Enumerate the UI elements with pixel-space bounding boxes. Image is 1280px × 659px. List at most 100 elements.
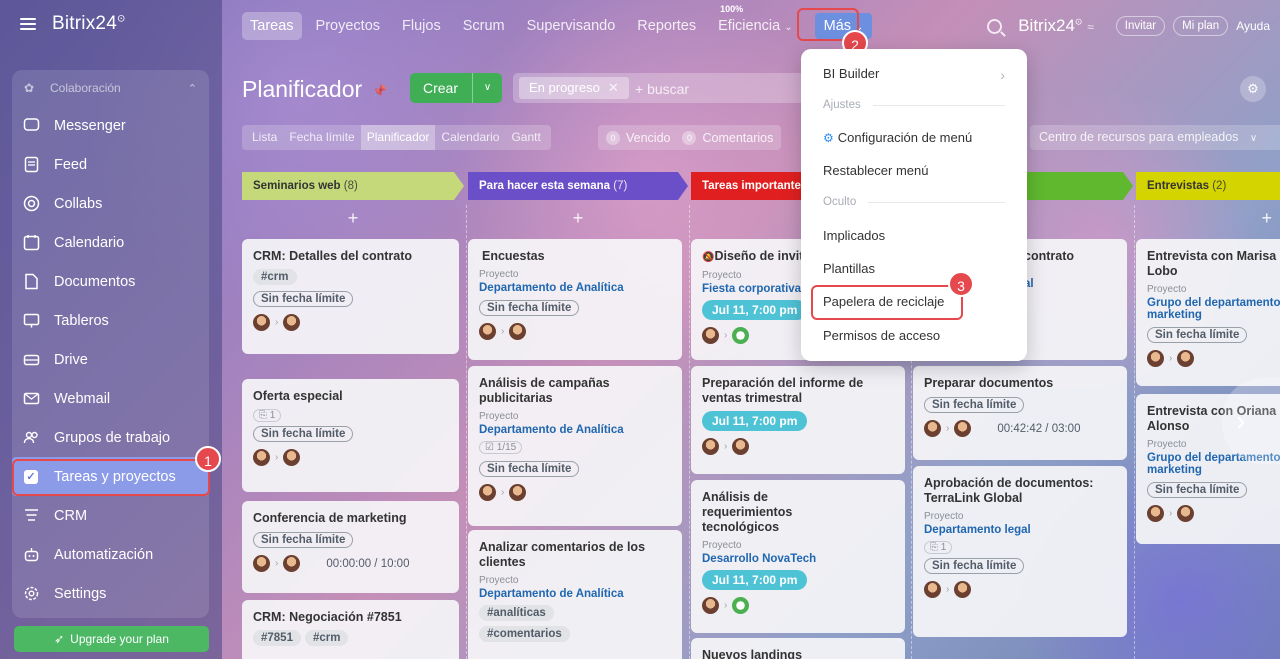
overdue-label[interactable]: Vencido (626, 131, 670, 145)
view-tab-calendar[interactable]: Calendario (435, 125, 505, 150)
task-title[interactable]: Análisis de campañas publicitarias (479, 376, 671, 406)
avatar[interactable] (283, 449, 301, 466)
task-title[interactable]: Entrevista con Marisa Lobo (1147, 249, 1280, 279)
task-title[interactable]: Aprobación de documentos: TerraLink Glob… (924, 476, 1116, 506)
menu-item-templates[interactable]: Plantillas (823, 261, 875, 276)
logo[interactable]: Bitrix24⊙ (52, 13, 126, 35)
add-task-icon[interactable]: + (1136, 208, 1280, 229)
task-title[interactable]: Preparación del informe de ventas trimes… (702, 376, 894, 406)
view-tab-planner[interactable]: Planificador (360, 125, 436, 150)
view-tab-deadline[interactable]: Fecha límite (283, 125, 360, 150)
column-header[interactable]: Seminarios web (8) (242, 172, 464, 200)
help-link[interactable]: Ayuda (1236, 19, 1270, 33)
comments-label[interactable]: Comentarios (702, 131, 773, 145)
avatar[interactable] (954, 581, 972, 598)
avatar[interactable] (1147, 505, 1164, 522)
task-title[interactable]: Oferta especial (253, 389, 448, 404)
project-link[interactable]: Departamento de Analítica (479, 588, 671, 600)
task-card[interactable]: Análisis de requerimientos tecnológicos … (691, 480, 905, 633)
avatar[interactable] (283, 314, 301, 331)
sidebar-item-tasks-projects[interactable]: ✓ Tareas y proyectos (12, 457, 209, 496)
avatar[interactable] (924, 420, 941, 437)
deadline-badge[interactable]: Sin fecha límite (479, 461, 580, 477)
column-header[interactable]: Entrevistas (2) (1136, 172, 1280, 200)
task-title[interactable]: CRM: Detalles del contrato (253, 249, 448, 264)
avatar[interactable] (954, 420, 972, 437)
tab-eficiencia[interactable]: 100% Eficiencia ⌄ (718, 4, 792, 34)
deadline-badge[interactable]: Sin fecha límite (479, 300, 580, 316)
avatar[interactable] (283, 555, 301, 572)
deadline-badge[interactable]: Sin fecha límite (253, 532, 354, 548)
tag[interactable]: #crm (253, 269, 297, 285)
deadline-badge[interactable]: Sin fecha límite (924, 558, 1025, 574)
sidebar-item-workgroups[interactable]: Grupos de trabajo (12, 418, 209, 457)
task-title[interactable]: Encuestas (479, 249, 671, 264)
task-card[interactable]: Preparación del informe de ventas trimes… (691, 366, 905, 474)
avatar[interactable] (702, 438, 719, 455)
tab-proyectos[interactable]: Proyectos (316, 18, 380, 34)
task-card[interactable]: Aprobación de documentos: TerraLink Glob… (913, 466, 1127, 637)
create-button[interactable]: Crear ∨ (410, 73, 502, 103)
sidebar-item-settings[interactable]: Settings (12, 574, 209, 613)
task-title[interactable]: Nuevos landings (702, 648, 894, 659)
deadline-badge[interactable]: Sin fecha límite (253, 426, 354, 442)
task-card[interactable]: Entrevista con Marisa Lobo Proyecto Grup… (1136, 239, 1280, 386)
sidebar-item-webmail[interactable]: Webmail (12, 379, 209, 418)
task-card[interactable]: Análisis de campañas publicitarias Proye… (468, 366, 682, 526)
chevron-down-icon[interactable]: ∨ (472, 73, 502, 103)
deadline-badge[interactable]: Jul 11, 7:00 pm (702, 300, 808, 320)
sidebar-item-calendar[interactable]: Calendario (12, 223, 209, 262)
task-card[interactable]: Conferencia de marketing Sin fecha límit… (242, 501, 459, 593)
task-card[interactable]: Preparar documentos Sin fecha límite › 00… (913, 366, 1127, 460)
resource-center[interactable]: Centro de recursos para empleados ∨ (1030, 125, 1280, 150)
gear-icon[interactable]: ⚙ (1240, 76, 1266, 102)
menu-item-involved[interactable]: Implicados (823, 228, 885, 243)
avatar[interactable] (702, 597, 719, 614)
avatar[interactable] (253, 449, 270, 466)
task-card[interactable]: Analizar comentarios de los clientes Pro… (468, 530, 682, 659)
project-link[interactable]: Desarrollo NovaTech (702, 553, 894, 565)
sidebar-item-documents[interactable]: Documentos (12, 262, 209, 301)
sidebar-item-automation[interactable]: Automatización (12, 535, 209, 574)
tab-scrum[interactable]: Scrum (463, 18, 505, 34)
task-title[interactable]: Analizar comentarios de los clientes (479, 540, 671, 570)
view-tab-list[interactable]: Lista (246, 125, 283, 150)
task-title[interactable]: Preparar documentos (924, 376, 1116, 391)
avatar[interactable] (479, 323, 496, 340)
avatar[interactable] (509, 323, 527, 340)
task-card[interactable]: Oferta especial ⎘ 1 Sin fecha límite › (242, 379, 459, 492)
time-tracker[interactable]: 00:00:00 / 10:00 (326, 558, 409, 570)
view-tab-gantt[interactable]: Gantt (505, 125, 546, 150)
search-icon[interactable] (987, 18, 1003, 34)
search-input[interactable]: + buscar (635, 81, 689, 97)
avatar[interactable] (1147, 350, 1164, 367)
add-task-icon[interactable]: + (468, 208, 688, 229)
sidebar-item-messenger[interactable]: Messenger (12, 106, 209, 145)
avatar[interactable] (702, 327, 719, 344)
task-card[interactable]: CRM: Detalles del contrato #crm Sin fech… (242, 239, 459, 354)
close-icon[interactable]: ✕ (608, 80, 619, 95)
deadline-badge[interactable]: Sin fecha límite (1147, 482, 1248, 498)
menu-item-menu-config[interactable]: ⚙ Configuración de menú (823, 130, 972, 145)
sidebar-item-boards[interactable]: Tableros (12, 301, 209, 340)
task-title[interactable]: Análisis de requerimientos tecnológicos (702, 490, 822, 535)
menu-item-reset-menu[interactable]: Restablecer menú (823, 163, 929, 178)
tab-supervisando[interactable]: Supervisando (527, 18, 616, 34)
menu-item-bi-builder[interactable]: BI Builder (823, 66, 879, 81)
task-title[interactable]: CRM: Negociación #7851 (253, 610, 448, 625)
project-link[interactable]: Departamento de Analítica (479, 282, 671, 294)
avatar[interactable] (732, 327, 750, 344)
pin-icon[interactable]: 📌 (372, 84, 387, 98)
tag[interactable]: #7851 (253, 630, 301, 646)
sidebar-item-drive[interactable]: Drive (12, 340, 209, 379)
sidebar-item-collabs[interactable]: Collabs (12, 184, 209, 223)
avatar[interactable] (253, 314, 270, 331)
task-card[interactable]: Nuevos landings (691, 638, 905, 659)
sidebar-item-feed[interactable]: Feed (12, 145, 209, 184)
tag[interactable]: #analíticas (479, 605, 554, 621)
deadline-badge[interactable]: Sin fecha límite (253, 291, 354, 307)
avatar[interactable] (1177, 350, 1195, 367)
tag[interactable]: #comentarios (479, 626, 570, 642)
avatar[interactable] (732, 597, 750, 614)
my-plan-button[interactable]: Mi plan (1173, 16, 1229, 36)
